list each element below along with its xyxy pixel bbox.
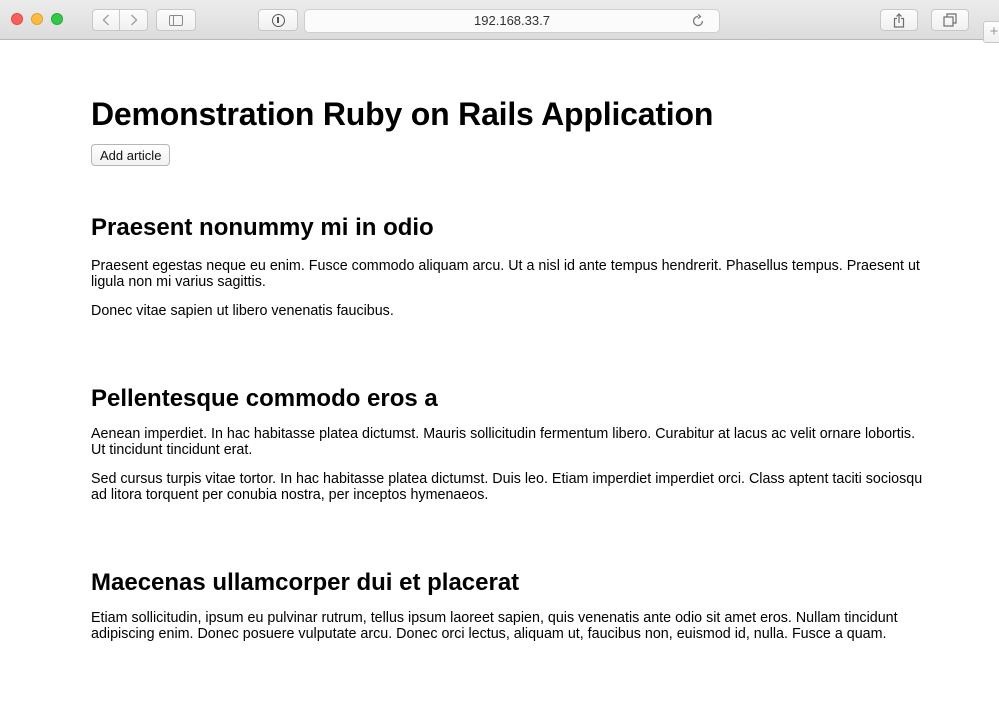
minimize-window-button[interactable] [31,13,43,25]
article-paragraph: Donec vitae sapien ut libero venenatis f… [91,303,394,319]
share-icon [893,12,905,28]
article-paragraph: Etiam sollicitudin, ipsum eu pulvinar ru… [91,610,898,642]
article: Praesent nonummy mi in odio Praesent ege… [91,214,931,319]
privacy-report-button[interactable] [258,9,298,31]
share-button[interactable] [880,9,918,31]
article: Maecenas ullamcorper dui et placerat Eti… [91,569,931,642]
article: Pellentesque commodo eros a Aenean imper… [91,385,931,503]
address-bar[interactable]: 192.168.33.7 [304,9,720,33]
tab-overview-button[interactable] [931,9,969,31]
article-title: Pellentesque commodo eros a [91,385,438,412]
article-title: Maecenas ullamcorper dui et placerat [91,569,520,596]
article-title: Praesent nonummy mi in odio [91,214,434,241]
reload-icon[interactable] [691,14,705,28]
article-paragraph: Praesent egestas neque eu enim. Fusce co… [91,258,920,290]
article-paragraph: Aenean imperdiet. In hac habitasse plate… [91,426,916,458]
page-content: Demonstration Ruby on Rails Application … [91,40,931,642]
close-window-button[interactable] [11,13,23,25]
page-title: Demonstration Ruby on Rails Application [91,96,714,132]
add-article-button[interactable]: Add article [91,144,171,166]
navigation-buttons [92,9,148,31]
sidebar-icon [169,14,183,26]
url-text: 192.168.33.7 [474,13,550,28]
tabs-overview-icon [943,13,957,27]
browser-toolbar: 192.168.33.7 + [0,0,999,43]
forward-button[interactable] [120,9,148,31]
back-button[interactable] [92,9,120,31]
chevron-right-icon [130,14,138,26]
new-tab-button[interactable]: + [983,21,999,43]
privacy-icon [271,13,285,27]
article-paragraph: Sed cursus turpis vitae tortor. In hac h… [91,471,923,503]
sidebar-button[interactable] [156,9,196,31]
plus-icon: + [989,23,999,40]
zoom-window-button[interactable] [51,13,63,25]
chevron-left-icon [102,14,110,26]
